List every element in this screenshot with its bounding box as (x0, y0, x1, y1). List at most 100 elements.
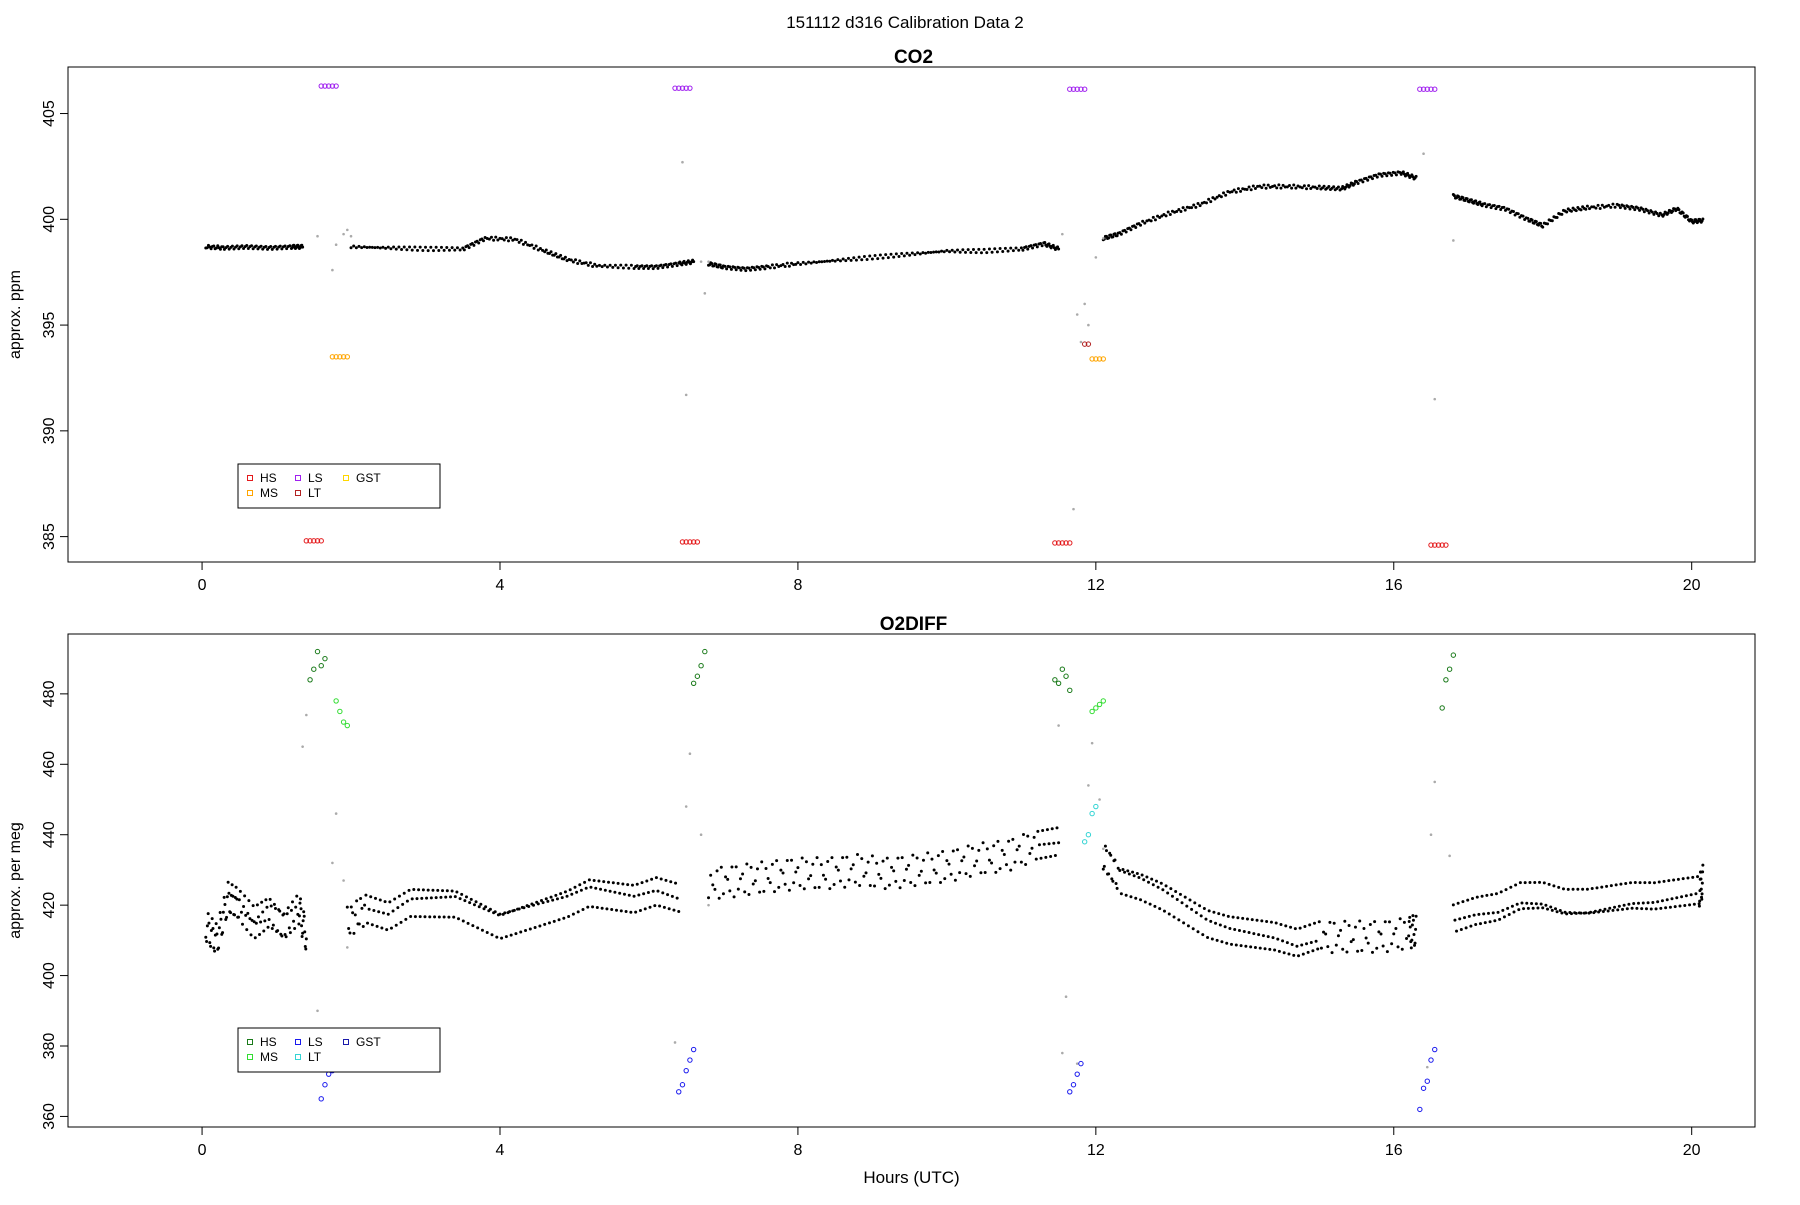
ambient-point (1558, 908, 1562, 912)
transition-point (334, 243, 338, 246)
ambient-point (1544, 903, 1548, 907)
ambient-point (868, 254, 872, 258)
ambient-point (844, 259, 848, 263)
ambient-point (1385, 950, 1389, 954)
ambient-point (401, 902, 405, 906)
ambient-point (815, 856, 819, 860)
calibration-point-hs (1446, 666, 1453, 672)
ambient-point (600, 906, 604, 910)
ambient-point (600, 265, 604, 269)
ambient-point (423, 915, 427, 919)
ambient-point (1289, 925, 1293, 929)
ambient-point (977, 848, 981, 852)
ambient-point (1675, 896, 1679, 900)
ambient-point (790, 858, 794, 862)
ambient-point (276, 929, 280, 933)
ambient-point (502, 238, 506, 242)
ambient-point (439, 895, 443, 899)
ambient-point (554, 893, 558, 897)
ambient-point (1102, 864, 1106, 868)
ambient-point (563, 890, 567, 894)
ambient-point (961, 248, 965, 252)
ambient-point (264, 244, 268, 248)
ambient-point (1249, 188, 1253, 192)
ambient-point (1043, 240, 1047, 244)
ambient-point (1609, 205, 1613, 209)
ambient-point (875, 861, 879, 865)
ambient-point (853, 880, 857, 884)
calibration-point-lt (1089, 810, 1095, 817)
ambient-point (616, 266, 620, 270)
ambient-point (1124, 893, 1128, 897)
ambient-point (956, 848, 960, 852)
ambient-point (1646, 901, 1650, 905)
ambient-point (445, 245, 449, 249)
ambient-point (405, 248, 409, 252)
ambient-point (1603, 907, 1607, 911)
ambient-point (751, 882, 755, 886)
calibration-point-ms (344, 722, 351, 729)
ambient-point (595, 264, 599, 268)
ambient-point (766, 877, 770, 881)
ambient-point (205, 939, 209, 943)
ambient-point (1271, 936, 1275, 940)
ambient-point (1290, 942, 1294, 946)
ambient-point (744, 269, 748, 273)
ambient-point (1385, 174, 1389, 178)
ambient-point (1598, 206, 1602, 210)
ambient-point (524, 240, 528, 244)
ambient-point (896, 856, 900, 860)
transition-point (688, 752, 692, 756)
y-tick-label: 400 (41, 206, 58, 233)
ambient-point (351, 911, 355, 915)
ambient-point (599, 887, 603, 891)
ambient-point (439, 245, 443, 249)
ambient-point (1665, 898, 1669, 902)
ambient-point (811, 862, 815, 866)
ambient-point (204, 935, 208, 939)
ambient-point (1700, 897, 1704, 901)
ambient-point (1191, 927, 1195, 931)
ambient-point (293, 926, 297, 930)
ambient-point (1169, 887, 1173, 891)
calibration-point-ls (1067, 1089, 1073, 1095)
ambient-point (597, 263, 601, 267)
ambient-point (1672, 878, 1676, 882)
ambient-point (1594, 206, 1598, 210)
ambient-point (394, 247, 398, 251)
ambient-point (269, 904, 273, 908)
ambient-point (492, 238, 496, 242)
ambient-point (472, 903, 476, 907)
ambient-point (1261, 934, 1265, 938)
ambient-point (1319, 946, 1323, 950)
ambient-point (562, 916, 566, 920)
ambient-point (1053, 854, 1057, 858)
transition-point (1079, 340, 1083, 344)
ambient-point (218, 910, 222, 914)
ambient-point (1015, 848, 1019, 852)
ambient-point (397, 245, 401, 249)
ambient-point (841, 257, 845, 261)
ambient-point (1330, 951, 1334, 955)
ambient-point (1167, 912, 1171, 916)
ambient-point (820, 260, 824, 264)
ambient-point (549, 250, 553, 254)
ambient-point (1546, 907, 1550, 911)
ambient-point (386, 912, 390, 916)
ambient-point (389, 247, 393, 251)
ambient-point (1301, 952, 1305, 956)
ambient-point (977, 247, 981, 251)
ambient-point (574, 258, 578, 262)
transition-point (1087, 323, 1090, 327)
ambient-point (1113, 858, 1117, 862)
ambient-point (1625, 907, 1629, 911)
ambient-point (843, 885, 847, 889)
ambient-point (567, 914, 571, 918)
ambient-point (635, 264, 639, 268)
ambient-point (410, 248, 414, 252)
ambient-point (642, 892, 646, 896)
ambient-point (1590, 887, 1594, 891)
ambient-point (1465, 197, 1469, 201)
ambient-point (857, 255, 861, 259)
ambient-point (1676, 877, 1680, 881)
